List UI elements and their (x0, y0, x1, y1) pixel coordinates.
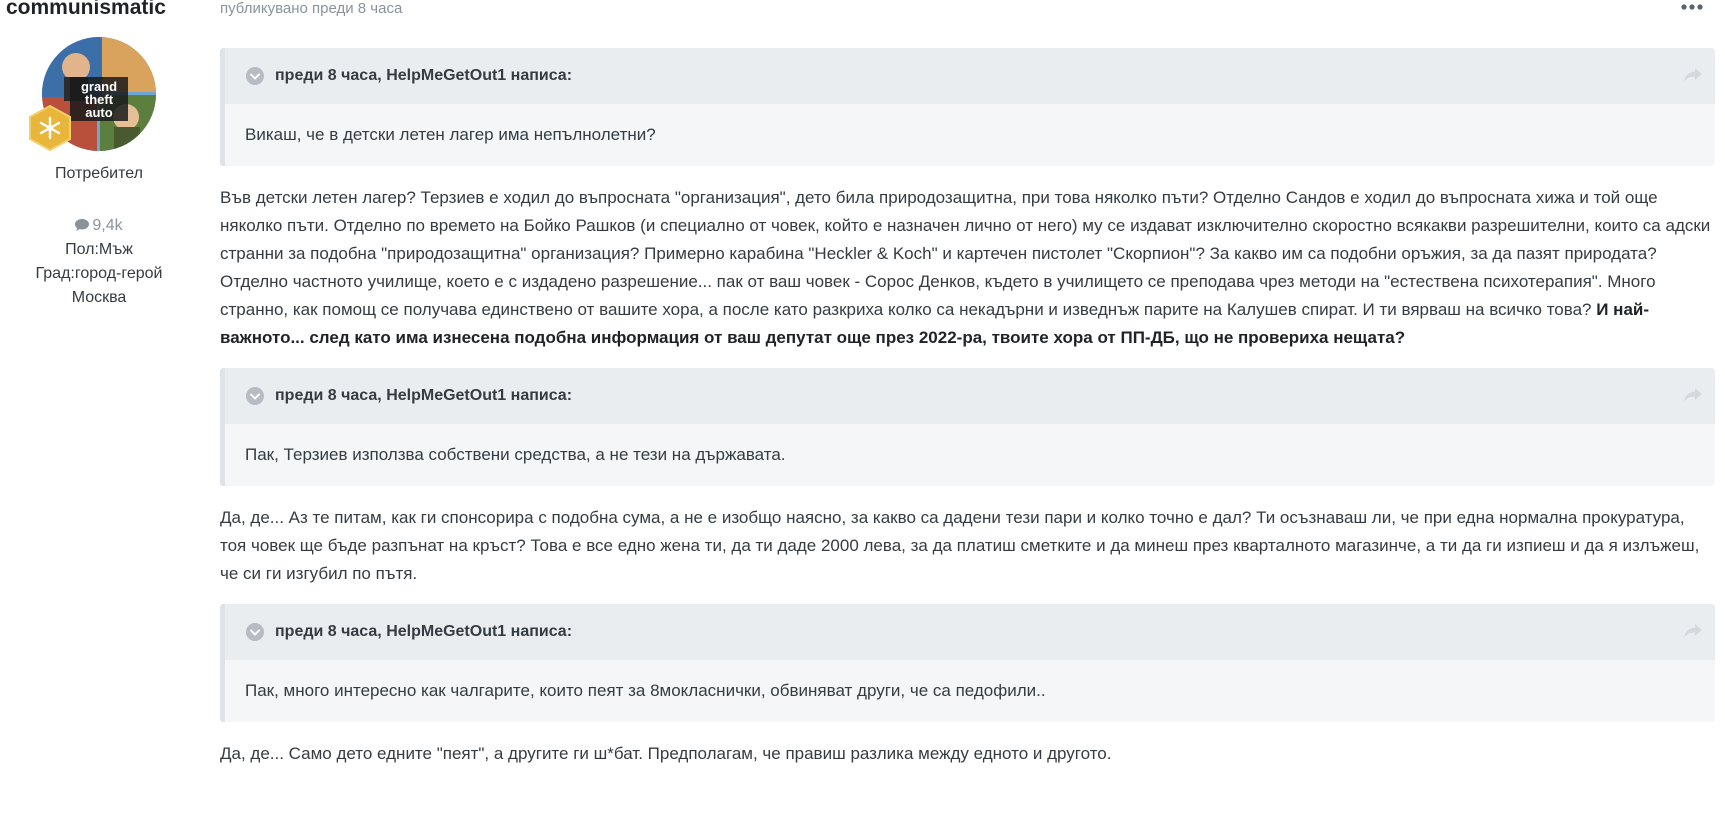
quote-text: Пак, Терзиев използва собствени средства… (245, 445, 786, 464)
chevron-down-circle-icon[interactable] (245, 622, 265, 642)
author-city-line2: Москва (71, 289, 127, 306)
share-arrow-icon[interactable] (1683, 622, 1703, 640)
quote-block: преди 8 часа, HelpMeGetOut1 написа: Вика… (220, 48, 1715, 166)
chevron-down-circle-icon[interactable] (245, 386, 265, 406)
post-paragraph: Във детски летен лагер? Терзиев е ходил … (220, 184, 1715, 352)
author-gender: Пол:Мъж (65, 241, 133, 258)
ellipsis-icon[interactable] (1680, 0, 1704, 14)
share-arrow-icon[interactable] (1683, 66, 1703, 84)
quote-citation[interactable]: преди 8 часа, HelpMeGetOut1 написа: (275, 67, 572, 85)
author-avatar-wrap: grand theft auto (29, 37, 156, 152)
quote-header: преди 8 часа, HelpMeGetOut1 написа: (225, 48, 1715, 104)
quote-citation[interactable]: преди 8 часа, HelpMeGetOut1 написа: (275, 623, 572, 641)
quote-header: преди 8 часа, HelpMeGetOut1 написа: (225, 604, 1715, 660)
author-name[interactable]: communismatic (6, 0, 166, 20)
post-timestamp[interactable]: публикувано преди 8 часа (220, 0, 402, 17)
chevron-down-circle-icon[interactable] (245, 66, 265, 86)
comment-icon (75, 215, 90, 231)
post-count[interactable]: 9,4k (0, 214, 198, 238)
author-group: Потребител (55, 165, 143, 182)
post-paragraph-text: Във детски летен лагер? Терзиев е ходил … (220, 188, 1711, 319)
quote-text: Викаш, че в детски летен лагер има непъл… (245, 125, 656, 144)
post-paragraph: Да, де... Аз те питам, как ги спонсорира… (220, 508, 1700, 583)
forum-post: communismatic grand theft auto Потребите… (0, 0, 1725, 824)
author-city-line1: Град:город-герой (35, 265, 163, 282)
quote-block: преди 8 часа, HelpMeGetOut1 написа: Пак,… (220, 368, 1715, 486)
quote-citation[interactable]: преди 8 часа, HelpMeGetOut1 написа: (275, 387, 572, 405)
avatar-text-3: auto (85, 105, 113, 120)
post-content: преди 8 часа, HelpMeGetOut1 написа: Вика… (220, 48, 1715, 784)
author-stats: 9,4k Пол:Мъж Град:город-герой Москва (0, 214, 198, 310)
rank-badge-icon (28, 104, 72, 152)
quote-block: преди 8 часа, HelpMeGetOut1 написа: Пак,… (220, 604, 1715, 722)
post-count-value: 9,4k (92, 217, 123, 234)
quote-text: Пак, много интересно как чалгарите, коит… (245, 681, 1046, 700)
share-arrow-icon[interactable] (1683, 386, 1703, 404)
post-paragraph: Да, де... Само дето едните "пеят", а дру… (220, 744, 1112, 763)
quote-header: преди 8 часа, HelpMeGetOut1 написа: (225, 368, 1715, 424)
